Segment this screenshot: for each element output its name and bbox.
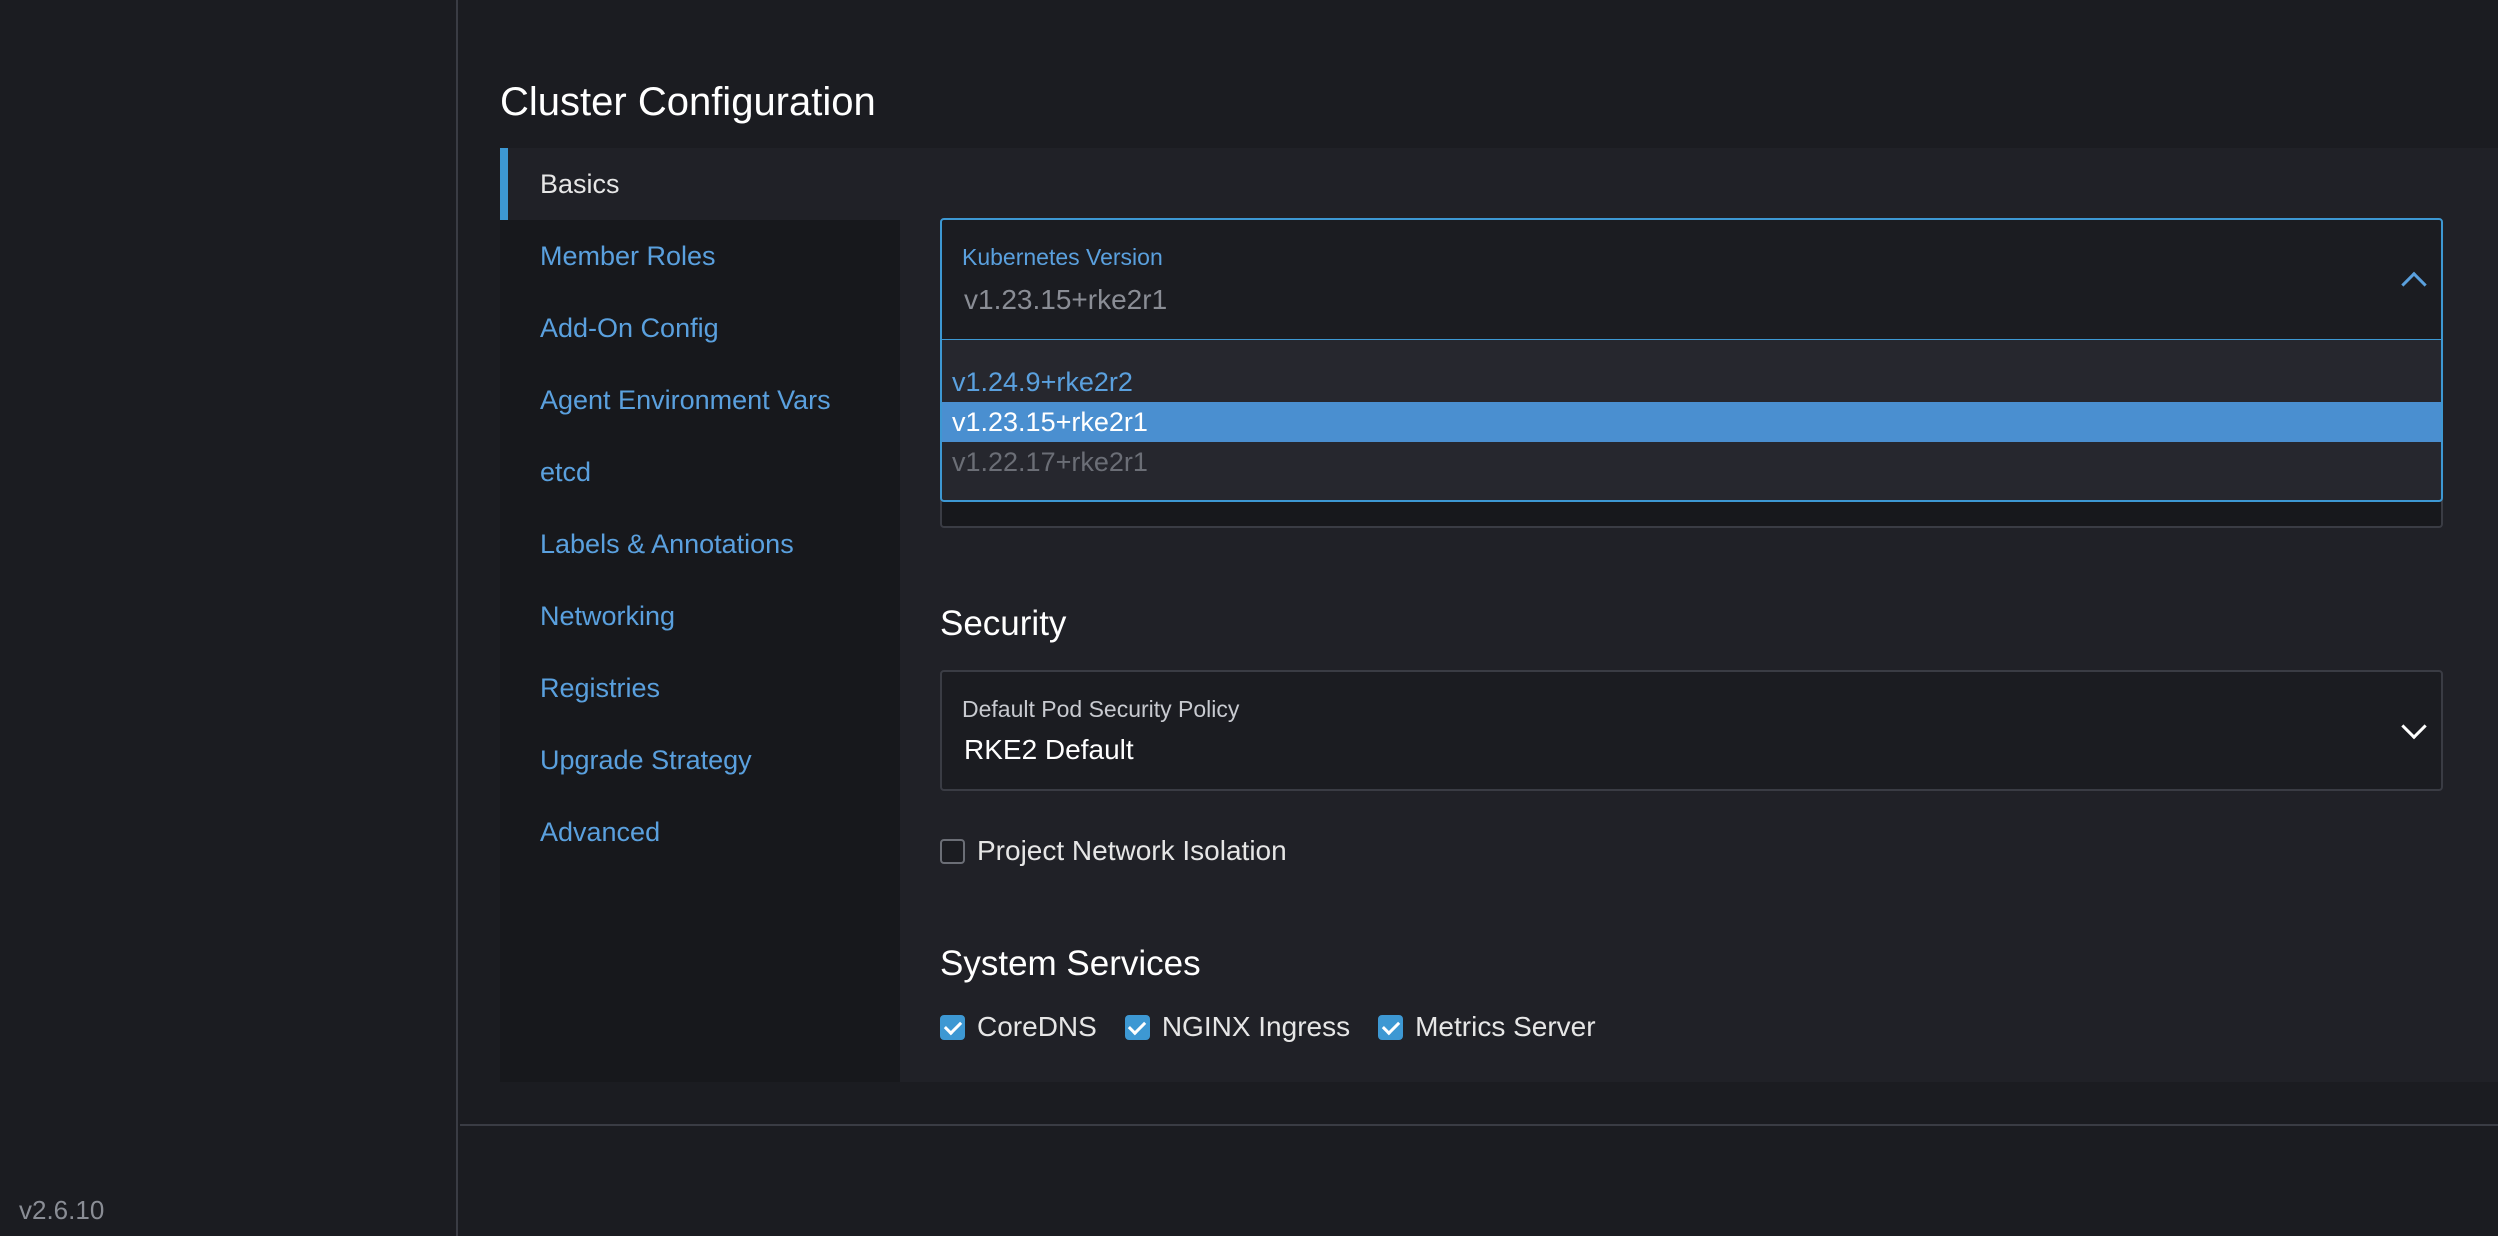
tab-agent-environment-vars[interactable]: Agent Environment Vars [500,364,900,436]
nginx-ingress-checkbox[interactable] [1124,1014,1150,1040]
tab-upgrade-strategy[interactable]: Upgrade Strategy [500,724,900,796]
main-area: Cluster Configuration Basics Member Role… [460,0,2498,1236]
kubernetes-version-label: Kubernetes Version [962,244,1163,270]
psp-value: RKE2 Default [964,734,1134,765]
nginx-ingress-label[interactable]: NGINX Ingress [1162,1011,1350,1043]
version-option[interactable]: v1.24.9+rke2r2 [942,362,2441,402]
tab-add-on-config[interactable]: Add-On Config [500,292,900,364]
chevron-down-icon[interactable] [2401,713,2427,739]
metrics-server-checkbox[interactable] [1378,1014,1404,1040]
page-title: Cluster Configuration [500,80,876,124]
side-tabs: Basics Member Roles Add-On Config Agent … [500,148,900,1082]
chevron-up-icon[interactable] [2401,271,2427,297]
kubernetes-version-select[interactable]: Kubernetes Version v1.23.15+rke2r1 [940,218,2443,341]
tab-etcd[interactable]: etcd [500,436,900,508]
app-root: v2.6.10 Cluster Configuration Basics Mem… [0,0,2498,1236]
tab-labels-annotations[interactable]: Labels & Annotations [500,508,900,580]
kubernetes-version-dropdown: v1.24.9+rke2r2 v1.23.15+rke2r1 v1.22.17+… [940,339,2443,502]
psp-label: Default Pod Security Policy [962,696,1240,722]
system-services-row: CoreDNS NGINX Ingress Metrics Server [940,1011,1624,1043]
footer-divider [460,1124,2498,1126]
project-network-isolation-label[interactable]: Project Network Isolation [977,835,1287,867]
coredns-checkbox[interactable] [940,1014,965,1040]
system-services-heading: System Services [940,944,1201,983]
pod-security-policy-select[interactable]: Default Pod Security Policy RKE2 Default [940,670,2443,791]
tab-advanced[interactable]: Advanced [500,796,900,868]
project-network-isolation-row: Project Network Isolation [940,835,1315,867]
tab-basics[interactable]: Basics [500,148,900,220]
security-heading: Security [940,604,1067,643]
version-label: v2.6.10 [19,1195,105,1225]
version-option-selected[interactable]: v1.23.15+rke2r1 [942,402,2441,442]
metrics-server-label[interactable]: Metrics Server [1415,1011,1595,1043]
version-option-disabled: v1.22.17+rke2r1 [952,447,1148,477]
tab-content: Kubernetes Version v1.23.15+rke2r1 v1.24… [900,148,2498,1082]
tab-registries[interactable]: Registries [500,652,900,724]
config-panel: Basics Member Roles Add-On Config Agent … [500,148,2498,1082]
left-nav: v2.6.10 [0,0,458,1236]
kubernetes-version-value: v1.23.15+rke2r1 [964,284,1168,315]
tab-member-roles[interactable]: Member Roles [500,220,900,292]
tab-networking[interactable]: Networking [500,580,900,652]
coredns-label[interactable]: CoreDNS [977,1011,1097,1043]
project-network-isolation-checkbox[interactable] [940,838,965,864]
